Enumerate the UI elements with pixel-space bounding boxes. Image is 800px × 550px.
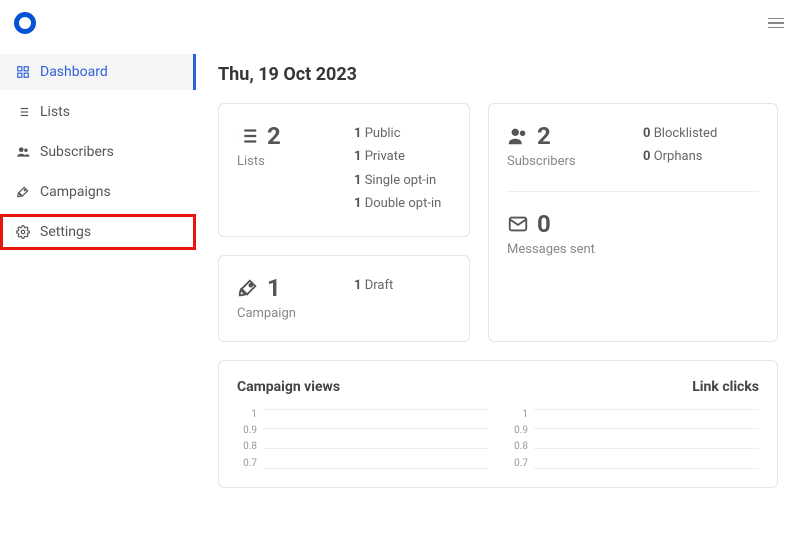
sidebar-item-dashboard[interactable]: Dashboard (0, 54, 196, 90)
messages-label: Messages sent (507, 242, 759, 257)
page-title: Thu, 19 Oct 2023 (218, 64, 778, 85)
sidebar-item-label: Subscribers (40, 144, 114, 160)
people-icon (507, 125, 529, 147)
sidebar-item-label: Campaigns (40, 184, 111, 200)
mail-icon (507, 213, 529, 235)
messages-count: 0 (507, 210, 759, 238)
sidebar-item-settings[interactable]: Settings (0, 214, 196, 250)
sidebar: Dashboard Lists Subscribers Campaigns Se… (0, 46, 196, 550)
lists-card: 2 Lists 1 Public 1 Private 1 Single opt-… (218, 103, 470, 237)
divider (507, 191, 759, 192)
campaigns-count: 1 (237, 274, 334, 302)
people-icon (16, 145, 30, 159)
hamburger-menu-icon[interactable] (764, 14, 788, 33)
campaigns-card: 1 Campaign 1 Draft (218, 255, 470, 342)
lists-label: Lists (237, 154, 334, 169)
sidebar-item-label: Settings (40, 224, 91, 240)
app-logo[interactable] (14, 12, 36, 34)
charts-card: Campaign views Link clicks 1 0.9 0.8 0.7 (218, 360, 778, 488)
layout: Dashboard Lists Subscribers Campaigns Se… (0, 46, 800, 550)
campaign-views-chart: 1 0.9 0.8 0.7 (237, 409, 488, 469)
chart-yaxis: 1 0.9 0.8 0.7 (508, 409, 528, 469)
subscribers-count: 2 (507, 122, 623, 150)
lists-facts: 1 Public 1 Private 1 Single opt-in 1 Dou… (354, 122, 451, 216)
chart-title-views: Campaign views (237, 379, 340, 395)
gear-icon (16, 225, 30, 239)
chart-title-clicks: Link clicks (692, 379, 759, 395)
topbar (0, 0, 800, 46)
list-icon (237, 125, 259, 147)
lists-count: 2 (237, 122, 334, 150)
link-clicks-chart: 1 0.9 0.8 0.7 (508, 409, 759, 469)
campaigns-facts: 1 Draft (354, 274, 451, 321)
rocket-icon (16, 185, 30, 199)
sidebar-item-label: Dashboard (40, 64, 108, 80)
chart-yaxis: 1 0.9 0.8 0.7 (237, 409, 257, 469)
subscribers-card: 2 Subscribers 0 Blocklisted 0 Orphans 0 (488, 103, 778, 342)
sidebar-item-lists[interactable]: Lists (0, 94, 196, 130)
chart-plot (534, 409, 759, 469)
sidebar-item-subscribers[interactable]: Subscribers (0, 134, 196, 170)
stats-row: 2 Lists 1 Public 1 Private 1 Single opt-… (218, 103, 778, 342)
sidebar-item-campaigns[interactable]: Campaigns (0, 174, 196, 210)
list-icon (16, 105, 30, 119)
campaigns-label: Campaign (237, 306, 334, 321)
subscribers-facts: 0 Blocklisted 0 Orphans (643, 122, 759, 169)
dashboard-icon (16, 65, 30, 79)
main-content: Thu, 19 Oct 2023 2 Lists 1 Public 1 Priv… (196, 46, 800, 550)
subscribers-label: Subscribers (507, 154, 623, 169)
rocket-icon (237, 277, 259, 299)
sidebar-item-label: Lists (40, 104, 70, 120)
chart-plot (263, 409, 488, 469)
